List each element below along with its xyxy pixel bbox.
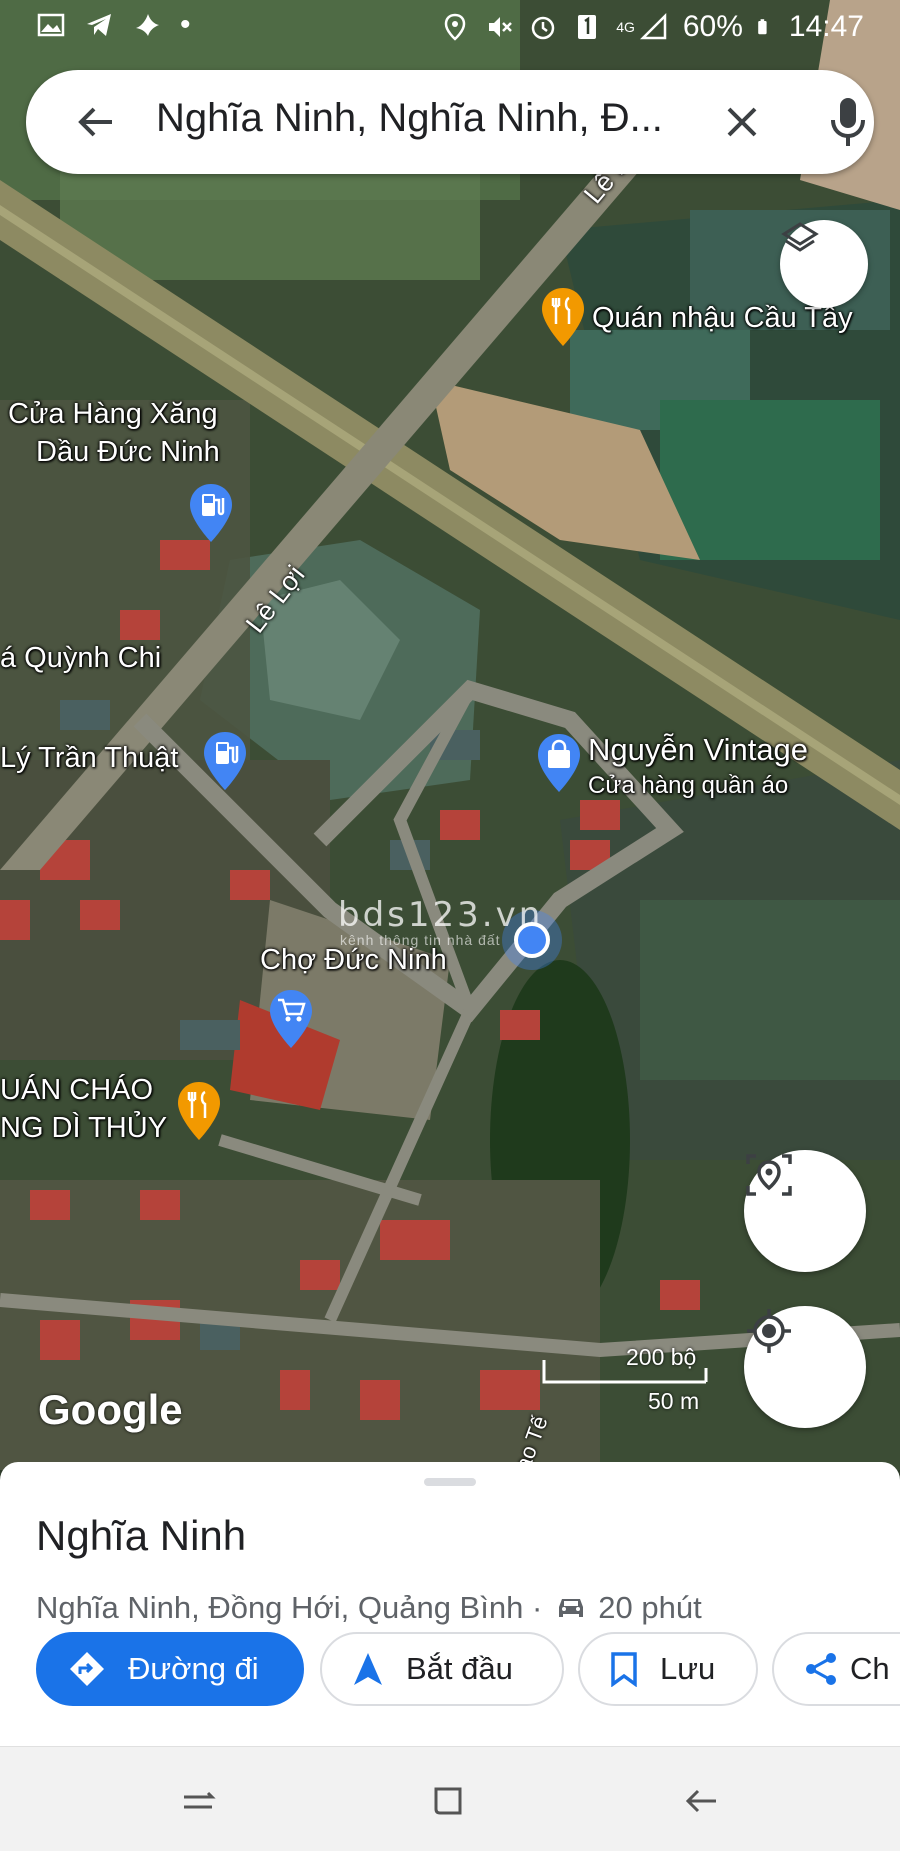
place-label-ly-tran-thuat[interactable]: Lý Trần Thuật [0,742,178,775]
start-button[interactable]: Bắt đầu [320,1632,564,1706]
system-nav-bar [0,1746,900,1851]
directions-label: Đường đi [128,1651,259,1686]
place-sheet[interactable]: Nghĩa Ninh Nghĩa Ninh, Đồng Hới, Quảng B… [0,1462,900,1746]
dot-icon: • [180,8,191,41]
telegram-icon [87,14,111,36]
drag-handle[interactable] [424,1478,476,1486]
battery-percent: 60% [682,10,743,43]
microphone-icon[interactable] [826,94,870,150]
search-bar[interactable]: Nghĩa Ninh, Nghĩa Ninh, Đ... [26,70,874,174]
battery-icon [758,19,767,35]
share-button[interactable]: Ch [772,1632,900,1706]
place-address-text: Nghĩa Ninh, Đồng Hới, Quảng Bình · [36,1590,543,1625]
mute-icon [489,17,513,37]
explore-nearby-button[interactable] [744,1150,866,1272]
place-label-cua-hang-xang-line2[interactable]: Dầu Đức Ninh [36,436,220,469]
watermark: bds123.vn [338,895,544,935]
layers-button[interactable] [780,220,868,308]
place-label-quynh-chi[interactable]: á Quỳnh Chi [0,642,161,675]
scale-bar: 200 bộ 50 m [540,1340,710,1420]
travel-time: 20 phút [598,1590,702,1625]
bookmark-icon [611,1652,637,1687]
scale-metric: 50 m [648,1388,700,1414]
share-label: Ch [850,1651,890,1686]
place-label-quan-chao-line2[interactable]: NG DÌ THỦY [0,1112,167,1145]
gas-station-pin-icon[interactable] [188,482,234,544]
place-label-nguyen-vintage[interactable]: Nguyễn Vintage [588,732,808,768]
location-icon [444,13,466,41]
directions-button[interactable]: Đường đi [36,1632,304,1706]
gas-station-pin-icon[interactable] [202,730,248,792]
start-label: Bắt đầu [406,1651,513,1686]
action-chips: Đường đi Bắt đầu Lưu Ch [36,1632,900,1706]
shopping-bag-pin-icon[interactable] [536,732,582,794]
back-arrow-icon[interactable] [74,100,118,144]
place-label-cho-duc-ninh[interactable]: Chợ Đức Ninh [260,944,447,977]
gallery-icon [37,13,65,37]
layers-icon [781,222,819,252]
place-label-quan-nhau-cau-tay[interactable]: Quán nhậu Cầu Tây [592,302,853,335]
scale-imperial: 200 bộ [626,1344,697,1370]
place-address: Nghĩa Ninh, Đồng Hới, Quảng Bình · 20 ph… [36,1590,702,1626]
place-label-cua-hang-xang-line1[interactable]: Cửa Hàng Xăng [8,398,218,431]
save-label: Lưu [660,1651,716,1686]
car-icon [559,1599,584,1617]
restaurant-pin-icon[interactable] [540,286,586,348]
location-scan-icon [746,1154,792,1196]
my-location-button[interactable] [744,1306,866,1428]
recent-apps-icon[interactable] [178,1781,218,1821]
place-label-quan-chao-line1[interactable]: UÁN CHÁO [0,1074,153,1107]
bird-icon [136,14,159,36]
search-query[interactable]: Nghĩa Ninh, Nghĩa Ninh, Đ... [156,96,696,148]
alarm-icon [531,16,555,40]
save-button[interactable]: Lưu [578,1632,758,1706]
place-label-nguyen-vintage-category: Cửa hàng quần áo [588,772,789,799]
crosshair-icon [747,1309,791,1353]
restaurant-pin-icon[interactable] [176,1080,222,1142]
clock: 14:47 [788,10,864,43]
shopping-cart-pin-icon[interactable] [268,988,314,1050]
map-canvas[interactable]: Lê Lợi Lê Lợi ạo Tế Quán nhậu Cầu Tây Cử… [0,0,900,1470]
close-icon[interactable] [720,100,764,144]
sim-1-icon [578,15,597,39]
share-icon [806,1653,836,1685]
network-type: 4G [616,19,635,35]
status-bar: • 4G 60% 14:47 [0,0,900,56]
directions-icon [70,1652,104,1686]
watermark-tagline: kênh thông tin nhà đất [340,932,501,948]
signal-icon [639,12,667,40]
back-icon[interactable] [682,1781,722,1821]
google-logo: Google [38,1386,183,1433]
navigation-arrow-icon [354,1653,382,1685]
home-icon[interactable] [430,1781,470,1821]
place-title: Nghĩa Ninh [36,1512,247,1559]
